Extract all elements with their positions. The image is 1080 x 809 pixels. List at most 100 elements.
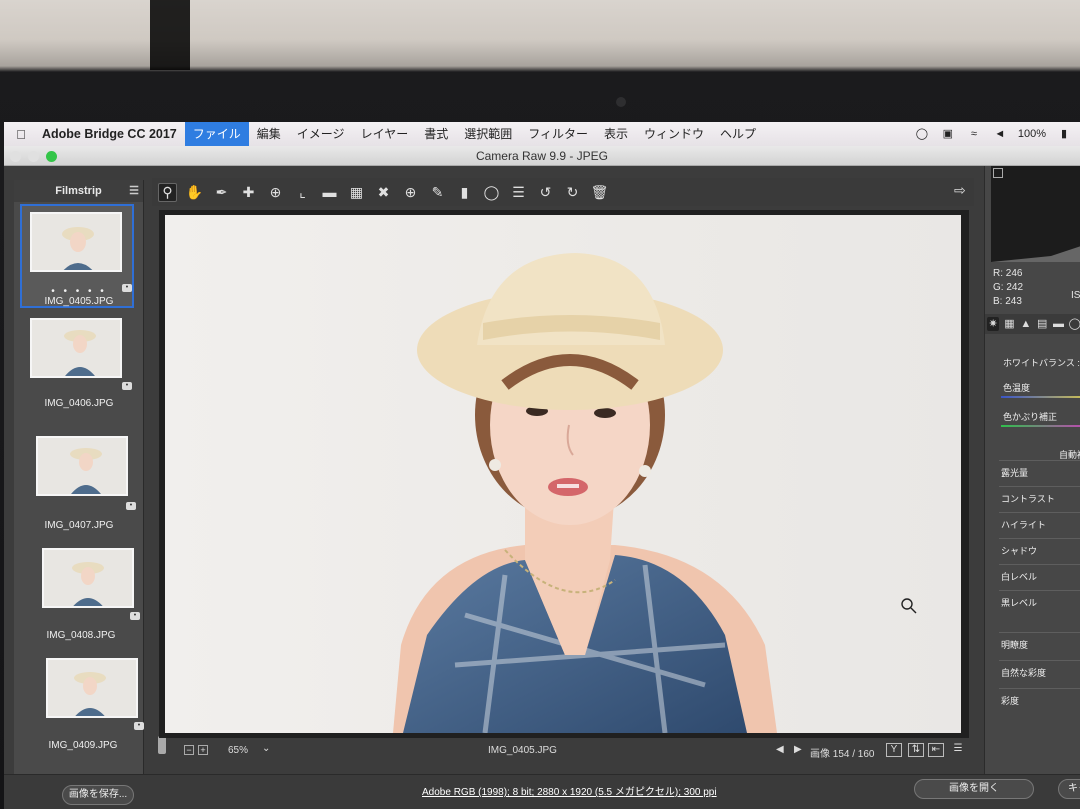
temperature-slider[interactable] — [1001, 396, 1080, 398]
minimize-window-button[interactable] — [28, 151, 39, 162]
menu-window[interactable]: ウィンドウ — [636, 122, 712, 146]
menu-view[interactable]: 表示 — [596, 122, 636, 146]
blacks-label: 黒レベル — [1001, 598, 1038, 608]
preferences-icon[interactable]: ☰ — [509, 183, 528, 202]
cancel-button[interactable]: キャ — [1058, 779, 1080, 799]
zoom-tool-icon[interactable]: ⚲ — [158, 182, 177, 202]
window-title: Camera Raw 9.9 - JPEG — [475, 149, 609, 163]
detail-tab-icon[interactable]: ▲ — [1020, 317, 1032, 331]
menu-filter[interactable]: フィルター — [520, 122, 596, 146]
white-balance-tool-icon[interactable]: ✒ — [212, 183, 231, 202]
radial-filter-icon[interactable]: ◯ — [482, 183, 501, 202]
straighten-tool-icon[interactable]: ▬ — [320, 183, 339, 202]
save-image-button[interactable]: 画像を保存... — [62, 785, 134, 805]
clarity-row[interactable]: 明瞭度 — [999, 632, 1080, 652]
zoom-dropdown-icon[interactable]: ⌄ — [262, 743, 270, 754]
volume-icon[interactable]: ◄ — [992, 128, 1008, 140]
thumbnail-filename: IMG_0405.JPG — [44, 296, 114, 307]
app-status-icon[interactable]: ▣ — [940, 128, 956, 140]
whites-row[interactable]: 白レベル — [999, 564, 1080, 584]
menu-select[interactable]: 選択範囲 — [456, 122, 520, 146]
menu-layer[interactable]: レイヤー — [353, 122, 417, 146]
contrast-label: コントラスト — [1001, 494, 1055, 504]
highlights-row[interactable]: ハイライト — [999, 512, 1080, 532]
swap-settings-icon[interactable]: ⇅ — [908, 743, 924, 757]
vibrance-row[interactable]: 自然な彩度 — [999, 660, 1080, 680]
battery-percent: 100% — [1017, 128, 1046, 140]
edit-badge-icon: • — [126, 502, 136, 510]
graduated-filter-icon[interactable]: ▮ — [455, 183, 474, 202]
zoom-window-button[interactable] — [46, 151, 57, 162]
tint-slider[interactable] — [1001, 425, 1080, 427]
rotate-left-icon[interactable]: ↺ — [536, 183, 555, 202]
next-image-icon[interactable]: ▶ — [794, 744, 802, 755]
exposure-row[interactable]: 露光量 — [999, 460, 1080, 480]
shadows-row[interactable]: シャドウ — [999, 538, 1080, 558]
previous-image-icon[interactable]: ◀ — [776, 744, 784, 755]
filmstrip-item[interactable]: • IMG_0409.JPG — [26, 654, 144, 754]
thumbnail-image — [30, 212, 122, 272]
window-titlebar: Camera Raw 9.9 - JPEG — [4, 146, 1080, 166]
menu-file[interactable]: ファイル — [184, 122, 249, 146]
transform-tool-icon[interactable]: ▦ — [347, 183, 366, 202]
red-eye-tool-icon[interactable]: ⊕ — [401, 183, 420, 202]
menu-help[interactable]: ヘルプ — [712, 122, 764, 146]
photo-of-monitor:  Adobe Bridge CC 2017 ファイル 編集 イメージ レイヤー… — [0, 0, 1080, 809]
tone-curve-tab-icon[interactable]: ▦ — [1003, 317, 1015, 331]
photo-illustration — [393, 253, 917, 733]
filmstrip-title: Filmstrip — [55, 185, 102, 197]
hand-tool-icon[interactable]: ✋ — [185, 183, 204, 202]
exposure-label: 露光量 — [1001, 468, 1029, 478]
tool-bar: ⚲ ✋ ✒ ✚ ⊕ ⌞ ▬ ▦ ✖ ⊕ ✎ ▮ ◯ ☰ ↺ ↻ 🗑 ⇨ — [152, 178, 974, 206]
color-sampler-tool-icon[interactable]: ✚ — [239, 183, 258, 202]
close-window-button[interactable] — [10, 151, 21, 162]
filmstrip-item[interactable]: • IMG_0406.JPG — [22, 318, 136, 418]
saturation-row[interactable]: 彩度 — [999, 688, 1080, 708]
basic-tab-icon[interactable]: ✷ — [987, 317, 1000, 331]
lens-tab-icon[interactable]: ◯ — [1069, 317, 1080, 331]
thumbnail-filename: IMG_0408.JPG — [46, 630, 116, 641]
filmstrip-menu-icon[interactable]: ☰ — [129, 180, 139, 202]
crop-tool-icon[interactable]: ⌞ — [293, 183, 312, 202]
spot-removal-tool-icon[interactable]: ✖ — [374, 183, 393, 202]
hsl-tab-icon[interactable]: ▤ — [1036, 317, 1048, 331]
split-toning-tab-icon[interactable]: ▬ — [1052, 317, 1064, 331]
targeted-adjustment-tool-icon[interactable]: ⊕ — [266, 183, 285, 202]
thumbnail-image — [36, 436, 128, 496]
adjustment-brush-icon[interactable]: ✎ — [428, 183, 447, 202]
menu-image[interactable]: イメージ — [289, 122, 353, 146]
thumbnail-filename: IMG_0406.JPG — [44, 398, 114, 409]
screen:  Adobe Bridge CC 2017 ファイル 編集 イメージ レイヤー… — [4, 122, 1080, 809]
vibrance-label: 自然な彩度 — [1001, 668, 1047, 678]
blacks-row[interactable]: 黒レベル — [999, 590, 1080, 610]
preview-photo[interactable] — [165, 215, 961, 733]
preview-canvas — [159, 210, 969, 738]
rotate-right-icon[interactable]: ↻ — [563, 183, 582, 202]
filmstrip-item[interactable]: • IMG_0408.JPG — [24, 542, 140, 642]
toggle-settings-icon[interactable]: ☰ — [950, 743, 966, 757]
apple-icon[interactable]:  — [4, 127, 38, 142]
zoom-in-button[interactable]: + — [198, 745, 208, 755]
toggle-fullscreen-icon[interactable]: ⇨ — [954, 182, 972, 200]
before-after-y-button[interactable]: Y — [886, 743, 902, 757]
creative-cloud-icon[interactable]: ◯ — [914, 128, 930, 140]
tint-label: 色かぶり補正 — [1003, 412, 1058, 422]
battery-icon[interactable]: ▮ — [1056, 128, 1072, 140]
filmstrip-item[interactable]: • • • • • • IMG_0405.JPG — [20, 204, 134, 308]
contrast-row[interactable]: コントラスト — [999, 486, 1080, 506]
workflow-options-link[interactable]: Adobe RGB (1998); 8 bit; 2880 x 1920 (5.… — [422, 783, 717, 798]
zoom-level[interactable]: 65% — [228, 745, 248, 756]
zoom-out-button[interactable]: − — [184, 745, 194, 755]
app-name[interactable]: Adobe Bridge CC 2017 — [38, 127, 185, 141]
copy-settings-icon[interactable]: ⇤ — [928, 743, 944, 757]
filmstrip-item[interactable]: • IMG_0407.JPG — [22, 430, 136, 531]
wifi-icon[interactable]: ≈ — [966, 128, 982, 140]
open-image-button[interactable]: 画像を開く — [914, 779, 1034, 799]
menubar:  Adobe Bridge CC 2017 ファイル 編集 イメージ レイヤー… — [4, 122, 1080, 146]
thumbnail-svg — [62, 227, 94, 270]
menu-edit[interactable]: 編集 — [249, 122, 289, 146]
temperature-label: 色温度 — [1003, 383, 1031, 393]
menu-type[interactable]: 書式 — [416, 122, 456, 146]
trash-icon[interactable]: 🗑 — [590, 183, 609, 202]
adjustment-panel: R: 246 G: 242 B: 243 IS ✷ ▦ ▲ ▤ ▬ ◯ ホワイト… — [984, 166, 1080, 778]
